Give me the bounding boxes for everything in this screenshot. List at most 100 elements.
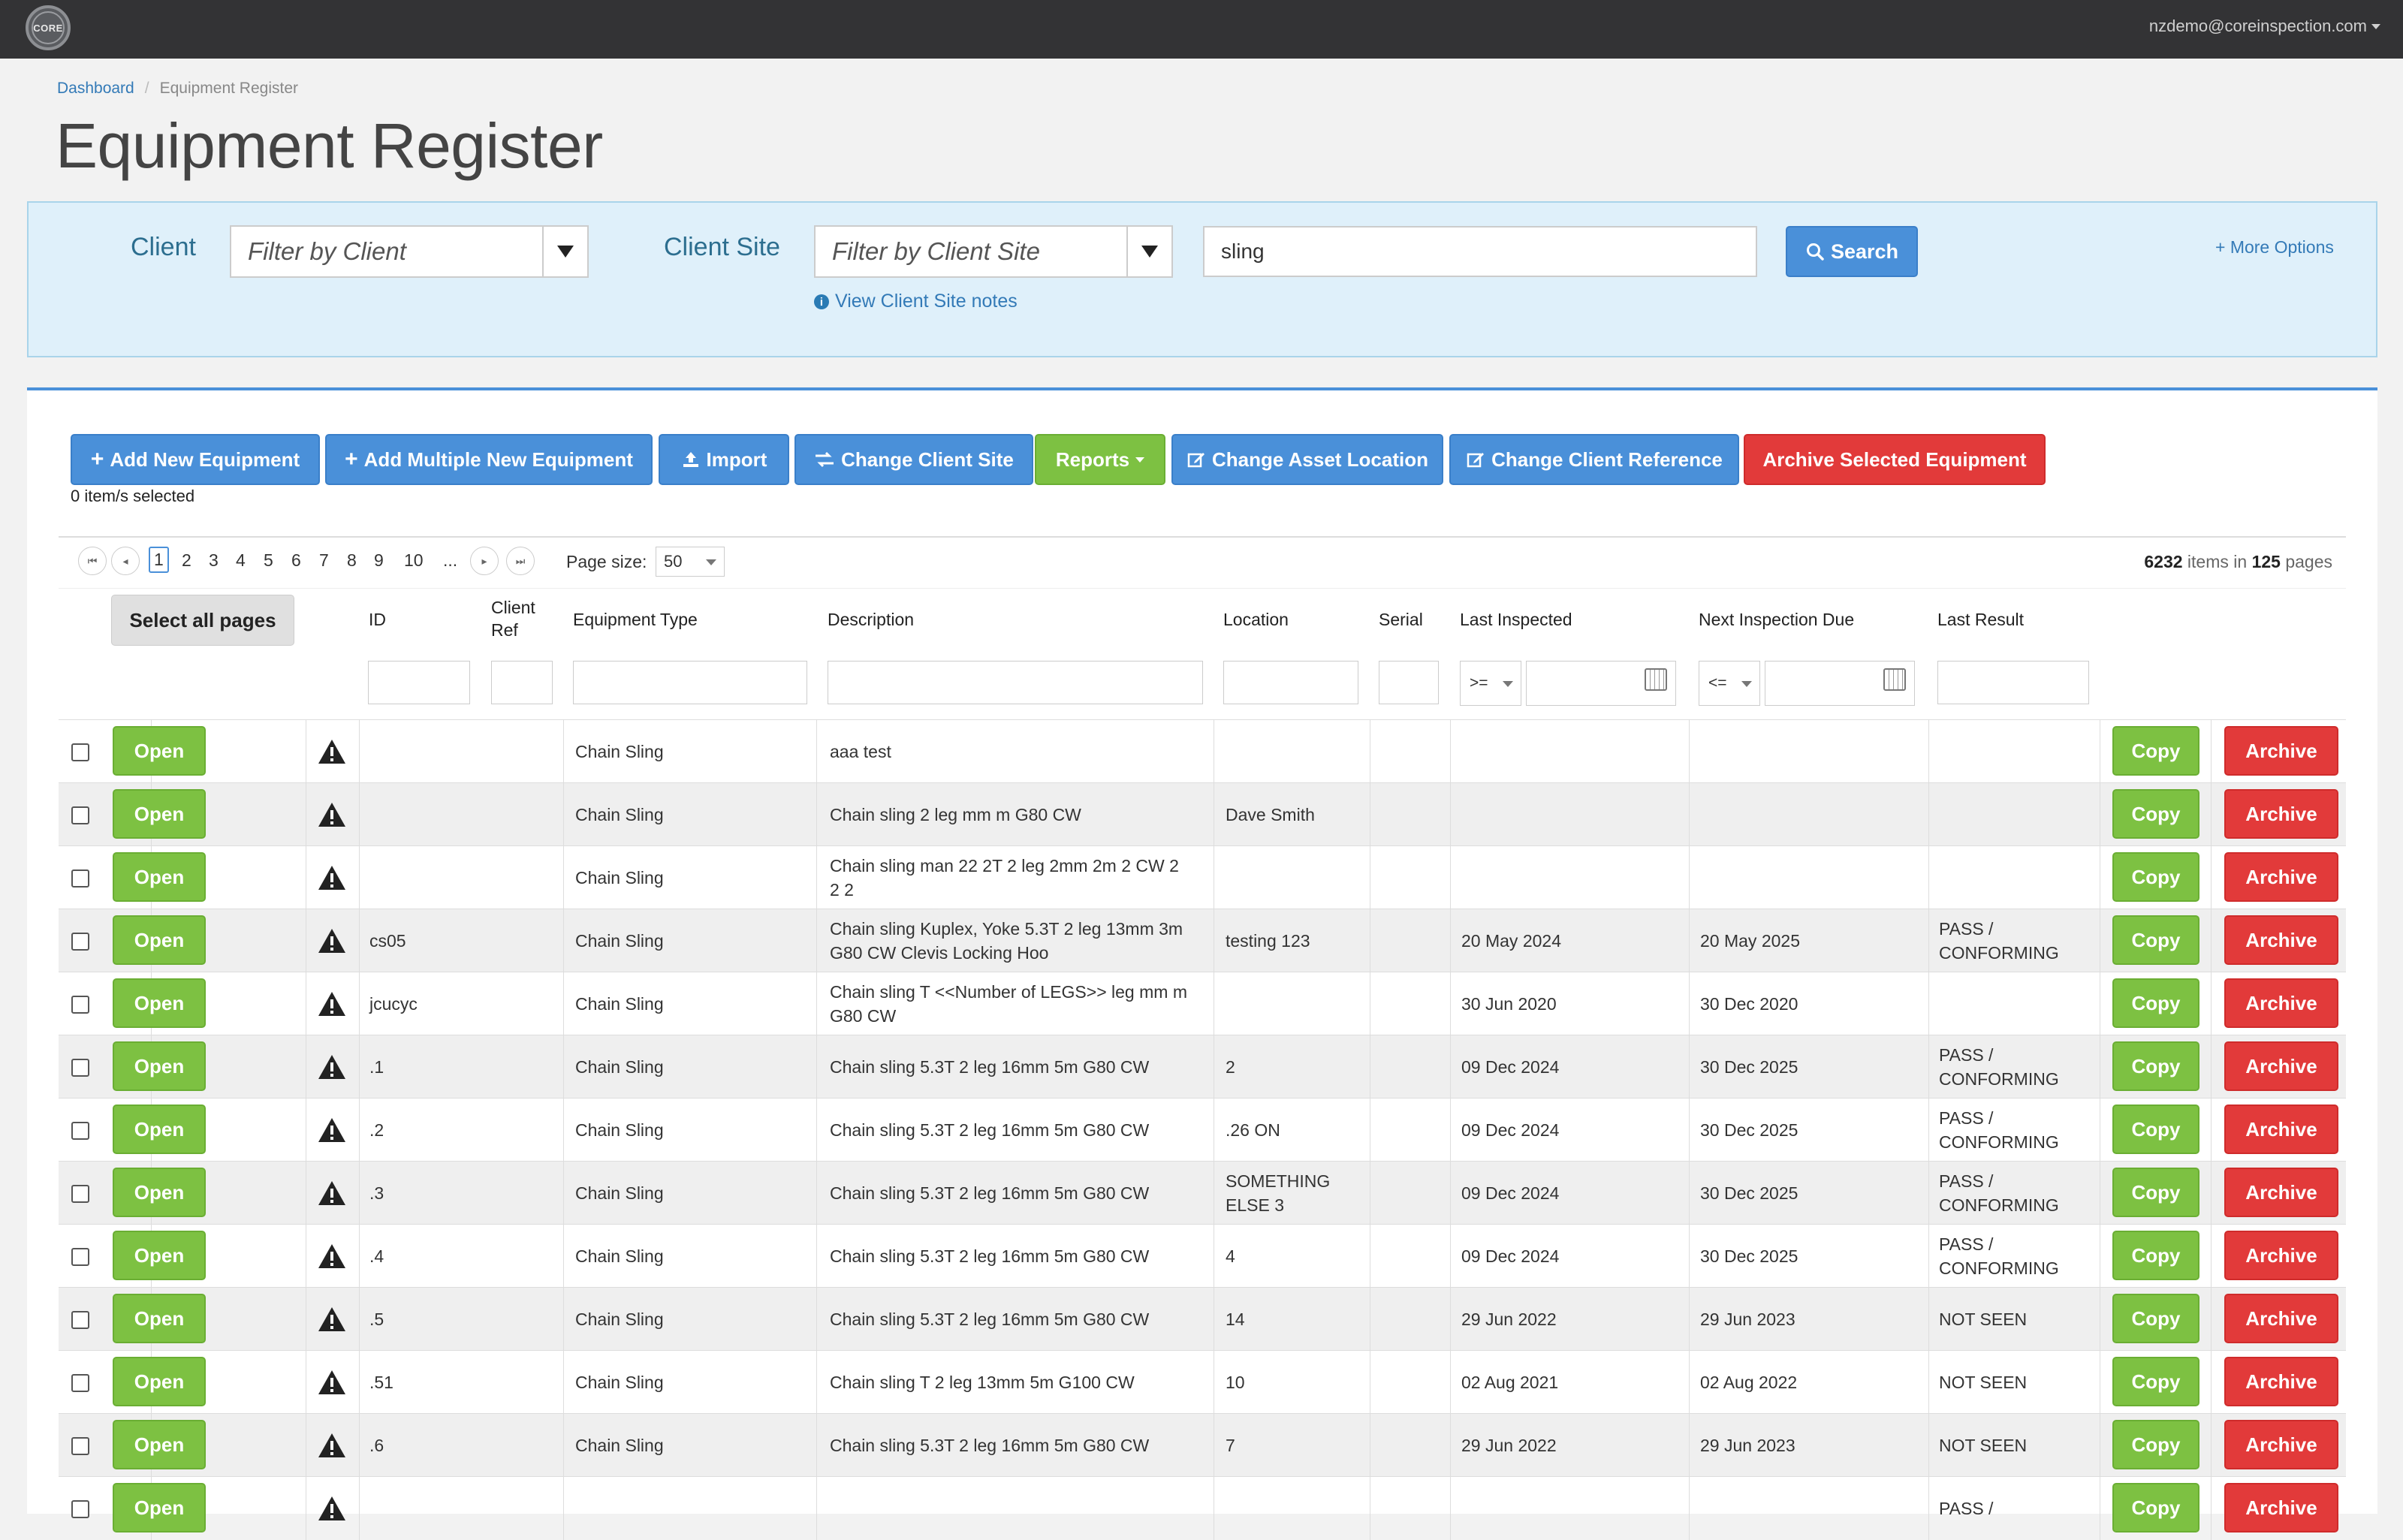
archive-button[interactable]: Archive — [2224, 1294, 2338, 1343]
archive-button[interactable]: Archive — [2224, 789, 2338, 839]
next-page-icon[interactable]: ▸ — [470, 547, 499, 575]
serial-filter-input[interactable] — [1379, 661, 1439, 704]
client-site-filter-select[interactable]: Filter by Client Site — [814, 225, 1173, 278]
user-menu[interactable]: nzdemo@coreinspection.com — [2149, 17, 2380, 36]
archive-button[interactable]: Archive — [2224, 852, 2338, 902]
copy-button[interactable]: Copy — [2112, 1231, 2199, 1280]
last-inspected-operator-select[interactable]: >= — [1460, 661, 1521, 706]
archive-button[interactable]: Archive — [2224, 1231, 2338, 1280]
dropdown-arrow-icon[interactable] — [1126, 227, 1171, 276]
page-ellipsis[interactable]: ... — [443, 550, 457, 571]
col-header-id[interactable]: ID — [369, 608, 386, 631]
col-header-client-ref[interactable]: Client Ref — [491, 596, 535, 641]
copy-button[interactable]: Copy — [2112, 978, 2199, 1028]
col-header-serial[interactable]: Serial — [1379, 608, 1423, 631]
page-number[interactable]: 5 — [264, 550, 273, 571]
description-filter-input[interactable] — [828, 661, 1203, 704]
change-client-reference-button[interactable]: Change Client Reference — [1449, 434, 1739, 485]
core-logo[interactable]: CORE — [26, 5, 71, 50]
page-number[interactable]: 7 — [319, 550, 329, 571]
col-header-location[interactable]: Location — [1223, 608, 1289, 631]
open-button[interactable]: Open — [113, 1294, 206, 1343]
more-options-link[interactable]: + More Options — [2215, 237, 2334, 258]
open-button[interactable]: Open — [113, 1420, 206, 1469]
copy-button[interactable]: Copy — [2112, 1105, 2199, 1154]
copy-button[interactable]: Copy — [2112, 726, 2199, 776]
search-input[interactable] — [1203, 226, 1757, 277]
archive-button[interactable]: Archive — [2224, 1357, 2338, 1406]
calendar-icon[interactable] — [1645, 668, 1667, 691]
open-button[interactable]: Open — [113, 1357, 206, 1406]
row-checkbox[interactable] — [71, 1500, 89, 1518]
last-result-filter-input[interactable] — [1937, 661, 2089, 704]
open-button[interactable]: Open — [113, 915, 206, 965]
row-checkbox[interactable] — [71, 1122, 89, 1140]
view-client-site-notes-link[interactable]: i View Client Site notes — [814, 291, 1018, 312]
first-page-icon[interactable]: ⏮ — [78, 547, 107, 575]
client-filter-select[interactable]: Filter by Client — [230, 225, 589, 278]
page-number[interactable]: 4 — [236, 550, 246, 571]
open-button[interactable]: Open — [113, 1483, 206, 1532]
col-header-last-result[interactable]: Last Result — [1937, 608, 2024, 631]
id-filter-input[interactable] — [368, 661, 470, 704]
archive-button[interactable]: Archive — [2224, 915, 2338, 965]
location-filter-input[interactable] — [1223, 661, 1358, 704]
open-button[interactable]: Open — [113, 1105, 206, 1154]
open-button[interactable]: Open — [113, 1168, 206, 1217]
copy-button[interactable]: Copy — [2112, 1483, 2199, 1532]
page-number[interactable]: 8 — [347, 550, 357, 571]
col-header-last-inspected[interactable]: Last Inspected — [1460, 608, 1572, 631]
search-button[interactable]: Search — [1786, 226, 1918, 277]
row-checkbox[interactable] — [71, 869, 89, 888]
page-number[interactable]: 9 — [374, 550, 384, 571]
open-button[interactable]: Open — [113, 789, 206, 839]
page-number[interactable]: 1 — [149, 547, 169, 573]
page-size-select[interactable]: 50 — [656, 547, 725, 577]
row-checkbox[interactable] — [71, 1059, 89, 1077]
breadcrumb-dashboard-link[interactable]: Dashboard — [57, 80, 134, 97]
row-checkbox[interactable] — [71, 1185, 89, 1203]
select-all-pages-button[interactable]: Select all pages — [111, 595, 294, 646]
archive-selected-equipment-button[interactable]: Archive Selected Equipment — [1744, 434, 2046, 485]
reports-dropdown-button[interactable]: Reports — [1035, 434, 1165, 485]
prev-page-icon[interactable]: ◂ — [111, 547, 140, 575]
col-header-description[interactable]: Description — [828, 608, 914, 631]
copy-button[interactable]: Copy — [2112, 1168, 2199, 1217]
change-asset-location-button[interactable]: Change Asset Location — [1171, 434, 1443, 485]
open-button[interactable]: Open — [113, 1231, 206, 1280]
add-multiple-equipment-button[interactable]: + Add Multiple New Equipment — [325, 434, 653, 485]
row-checkbox[interactable] — [71, 1374, 89, 1392]
next-due-operator-select[interactable]: <= — [1699, 661, 1760, 706]
row-checkbox[interactable] — [71, 996, 89, 1014]
archive-button[interactable]: Archive — [2224, 1168, 2338, 1217]
add-new-equipment-button[interactable]: + Add New Equipment — [71, 434, 320, 485]
page-number[interactable]: 2 — [182, 550, 191, 571]
archive-button[interactable]: Archive — [2224, 1420, 2338, 1469]
open-button[interactable]: Open — [113, 1041, 206, 1091]
row-checkbox[interactable] — [71, 933, 89, 951]
import-button[interactable]: Import — [659, 434, 789, 485]
archive-button[interactable]: Archive — [2224, 726, 2338, 776]
open-button[interactable]: Open — [113, 852, 206, 902]
change-client-site-button[interactable]: Change Client Site — [794, 434, 1033, 485]
dropdown-arrow-icon[interactable] — [542, 227, 587, 276]
copy-button[interactable]: Copy — [2112, 852, 2199, 902]
row-checkbox[interactable] — [71, 1248, 89, 1266]
page-number[interactable]: 3 — [209, 550, 219, 571]
copy-button[interactable]: Copy — [2112, 1420, 2199, 1469]
copy-button[interactable]: Copy — [2112, 915, 2199, 965]
archive-button[interactable]: Archive — [2224, 1483, 2338, 1532]
calendar-icon[interactable] — [1883, 668, 1906, 691]
copy-button[interactable]: Copy — [2112, 789, 2199, 839]
client-ref-filter-input[interactable] — [491, 661, 553, 704]
last-page-icon[interactable]: ⏭ — [506, 547, 535, 575]
col-header-equipment-type[interactable]: Equipment Type — [573, 608, 698, 631]
open-button[interactable]: Open — [113, 978, 206, 1028]
row-checkbox[interactable] — [71, 743, 89, 761]
page-number[interactable]: 6 — [291, 550, 301, 571]
col-header-next-inspection-due[interactable]: Next Inspection Due — [1699, 608, 1854, 631]
page-number[interactable]: 10 — [404, 550, 424, 571]
archive-button[interactable]: Archive — [2224, 978, 2338, 1028]
copy-button[interactable]: Copy — [2112, 1357, 2199, 1406]
copy-button[interactable]: Copy — [2112, 1294, 2199, 1343]
